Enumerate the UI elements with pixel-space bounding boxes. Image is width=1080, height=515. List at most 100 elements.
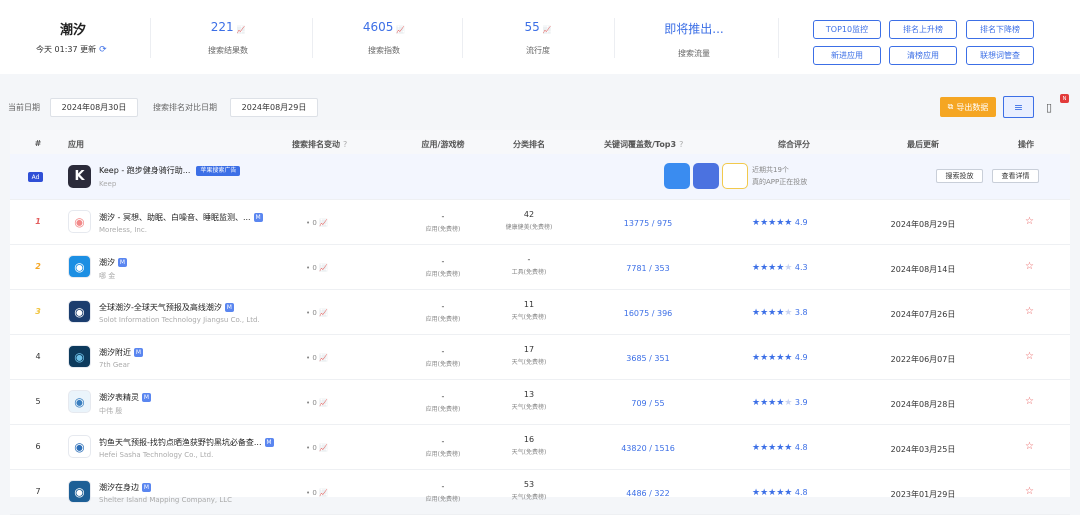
stat-label: 流行度	[526, 46, 550, 55]
app-name[interactable]: 潮汐 - 冥想、助眠、白噪音、睡眠监测、... M	[99, 212, 263, 223]
app-name[interactable]: 潮汐 M	[99, 257, 127, 268]
rank-change-value: • 0	[306, 399, 317, 407]
app-name[interactable]: 全球潮汐-全球天气预报及高线潮汐 M	[99, 302, 234, 313]
keyword-coverage[interactable]: 13775 / 975	[603, 219, 693, 228]
trend-chart-icon[interactable]: 📈	[319, 264, 328, 272]
category-name: 天气(免费榜)	[511, 449, 547, 456]
list-rank: -	[441, 212, 445, 221]
last-updated: 2024年08月14日	[890, 265, 956, 274]
list-name: 应用(免费榜)	[425, 496, 461, 503]
app-icon[interactable]: ◉	[68, 390, 91, 413]
star-icon: ★★★★	[752, 263, 785, 273]
trend-chart-icon[interactable]: 📈	[319, 354, 328, 362]
table-row[interactable]: 4 ◉ 潮汐附近 M 7th Gear • 0 📈 - 应用(免费榜) 17 天气(免…	[10, 335, 1070, 380]
table-row[interactable]: 1 ◉ 潮汐 - 冥想、助眠、白噪音、睡眠监测、... M Moreless, I…	[10, 200, 1070, 245]
app-name[interactable]: 潮汐表精灵 M	[99, 392, 151, 403]
table-row[interactable]: 6 ◉ 钓鱼天气预报-找钓点晒渔获野钓黑坑必备查... M Hefei Sasha…	[10, 425, 1070, 470]
refresh-icon[interactable]: ⟳	[99, 45, 107, 55]
rank-change-value: • 0	[306, 444, 317, 452]
app-name-text: 潮汐表精灵	[99, 393, 139, 402]
list-view-icon[interactable]: ≡	[1003, 96, 1034, 118]
export-button[interactable]: ⧉ 导出数据	[940, 97, 996, 117]
app-icon[interactable]: ◉	[68, 435, 91, 458]
favorite-star-icon[interactable]: ☆	[1025, 396, 1034, 407]
favorite-star-icon[interactable]: ☆	[1025, 216, 1034, 227]
rank-number: 4	[35, 352, 41, 361]
top10-monitor-button[interactable]: TOP10监控	[813, 20, 881, 39]
stat-value: 55	[524, 20, 540, 34]
rank-down-button[interactable]: 排名下降榜	[966, 20, 1034, 39]
view-details-button[interactable]: 查看详情	[992, 169, 1039, 183]
trend-chart-icon[interactable]: 📈	[319, 444, 328, 452]
col-actions: 操作	[1018, 140, 1034, 149]
ad-advertiser-icons	[664, 163, 748, 189]
list-cell: - 应用(免费榜)	[398, 212, 488, 233]
app-name[interactable]: Keep - 跑步健身骑行助... 苹果搜索广告	[99, 165, 241, 176]
compare-date-picker[interactable]: 2024年08月29日	[230, 98, 318, 117]
rank-change[interactable]: • 0 📈	[306, 219, 328, 227]
ad-row[interactable]: Ad K Keep - 跑步健身骑行助... 苹果搜索广告 Keep 近期共19个…	[10, 154, 1070, 200]
category-rank: 53	[523, 480, 535, 489]
advertiser-app-icon[interactable]	[722, 163, 748, 189]
rank-change[interactable]: • 0 📈	[306, 444, 328, 452]
advertiser-app-icon[interactable]	[693, 163, 719, 189]
trend-chart-icon[interactable]: 📈	[319, 489, 328, 497]
list-name: 应用(免费榜)	[425, 451, 461, 458]
app-name-text: Keep - 跑步健身骑行助...	[99, 166, 191, 175]
trend-chart-icon[interactable]: 📈	[319, 309, 328, 317]
rank-change[interactable]: • 0 📈	[306, 399, 328, 407]
trend-chart-icon[interactable]: 📈	[319, 219, 328, 227]
related-words-button[interactable]: 联想词管查	[966, 46, 1034, 65]
keep-app-icon[interactable]: K	[68, 165, 91, 188]
rank-change[interactable]: • 0 📈	[306, 354, 328, 362]
col-rank-change[interactable]: 搜索排名变动?	[292, 139, 347, 150]
favorite-star-icon[interactable]: ☆	[1025, 486, 1034, 497]
app-icon[interactable]: ◉	[68, 345, 91, 368]
keyword-coverage[interactable]: 709 / 55	[603, 399, 693, 408]
phone-view-icon[interactable]: ▯	[1042, 97, 1056, 117]
favorite-star-icon[interactable]: ☆	[1025, 261, 1034, 272]
trend-chart-icon[interactable]: 📈	[237, 26, 246, 34]
rating-score: 3.8	[794, 308, 808, 317]
app-name[interactable]: 钓鱼天气预报-找钓点晒渔获野钓黑坑必备查... M	[99, 437, 274, 448]
trend-chart-icon[interactable]: 📈	[319, 399, 328, 407]
search-ads-button[interactable]: 搜索投放	[936, 169, 983, 183]
list-rank: -	[441, 482, 445, 491]
stat-search-results: 221 📈 搜索结果数	[168, 20, 288, 56]
help-icon[interactable]: ?	[679, 140, 683, 149]
rank-change-value: • 0	[306, 309, 317, 317]
trend-chart-icon[interactable]: 📈	[543, 26, 552, 34]
cleared-apps-button[interactable]: 清榜应用	[889, 46, 957, 65]
advertiser-app-icon[interactable]	[664, 163, 690, 189]
table-row[interactable]: 7 ◉ 潮汐在身边 M Shelter Island Mapping Compan…	[10, 470, 1070, 515]
rank-up-button[interactable]: 排名上升榜	[889, 20, 957, 39]
table-row[interactable]: 5 ◉ 潮汐表精灵 M 中伟 殷 • 0 📈 - 应用(免费榜) 13 天气(免费榜)…	[10, 380, 1070, 425]
current-date-picker[interactable]: 2024年08月30日	[50, 98, 138, 117]
app-name[interactable]: 潮汐在身边 M	[99, 482, 151, 493]
star-empty-icon: ★	[784, 308, 793, 318]
app-name[interactable]: 潮汐附近 M	[99, 347, 143, 358]
m-badge-icon: M	[134, 348, 143, 357]
keyword-coverage[interactable]: 43820 / 1516	[603, 444, 693, 453]
favorite-star-icon[interactable]: ☆	[1025, 306, 1034, 317]
app-icon[interactable]: ◉	[68, 480, 91, 503]
rank-change[interactable]: • 0 📈	[306, 489, 328, 497]
trend-chart-icon[interactable]: 📈	[396, 26, 405, 34]
col-keywords[interactable]: 关键词覆盖数/Top3?	[604, 139, 683, 150]
last-updated: 2024年07月26日	[890, 310, 956, 319]
help-icon[interactable]: ?	[343, 140, 347, 149]
table-row[interactable]: 3 ◉ 全球潮汐-全球天气预报及高线潮汐 M Solot Information …	[10, 290, 1070, 335]
rank-change[interactable]: • 0 📈	[306, 309, 328, 317]
table-row[interactable]: 2 ◉ 潮汐 M 哪 金 • 0 📈 - 应用(免费榜) - 工具(免费榜) 7781…	[10, 245, 1070, 290]
favorite-star-icon[interactable]: ☆	[1025, 441, 1034, 452]
rank-change[interactable]: • 0 📈	[306, 264, 328, 272]
favorite-star-icon[interactable]: ☆	[1025, 351, 1034, 362]
app-icon[interactable]: ◉	[68, 300, 91, 323]
new-apps-button[interactable]: 新进应用	[813, 46, 881, 65]
app-icon[interactable]: ◉	[68, 210, 91, 233]
keyword-coverage[interactable]: 7781 / 353	[603, 264, 693, 273]
app-developer: 7th Gear	[99, 361, 130, 369]
keyword-coverage[interactable]: 16075 / 396	[603, 309, 693, 318]
keyword-coverage[interactable]: 3685 / 351	[603, 354, 693, 363]
app-icon[interactable]: ◉	[68, 255, 91, 278]
